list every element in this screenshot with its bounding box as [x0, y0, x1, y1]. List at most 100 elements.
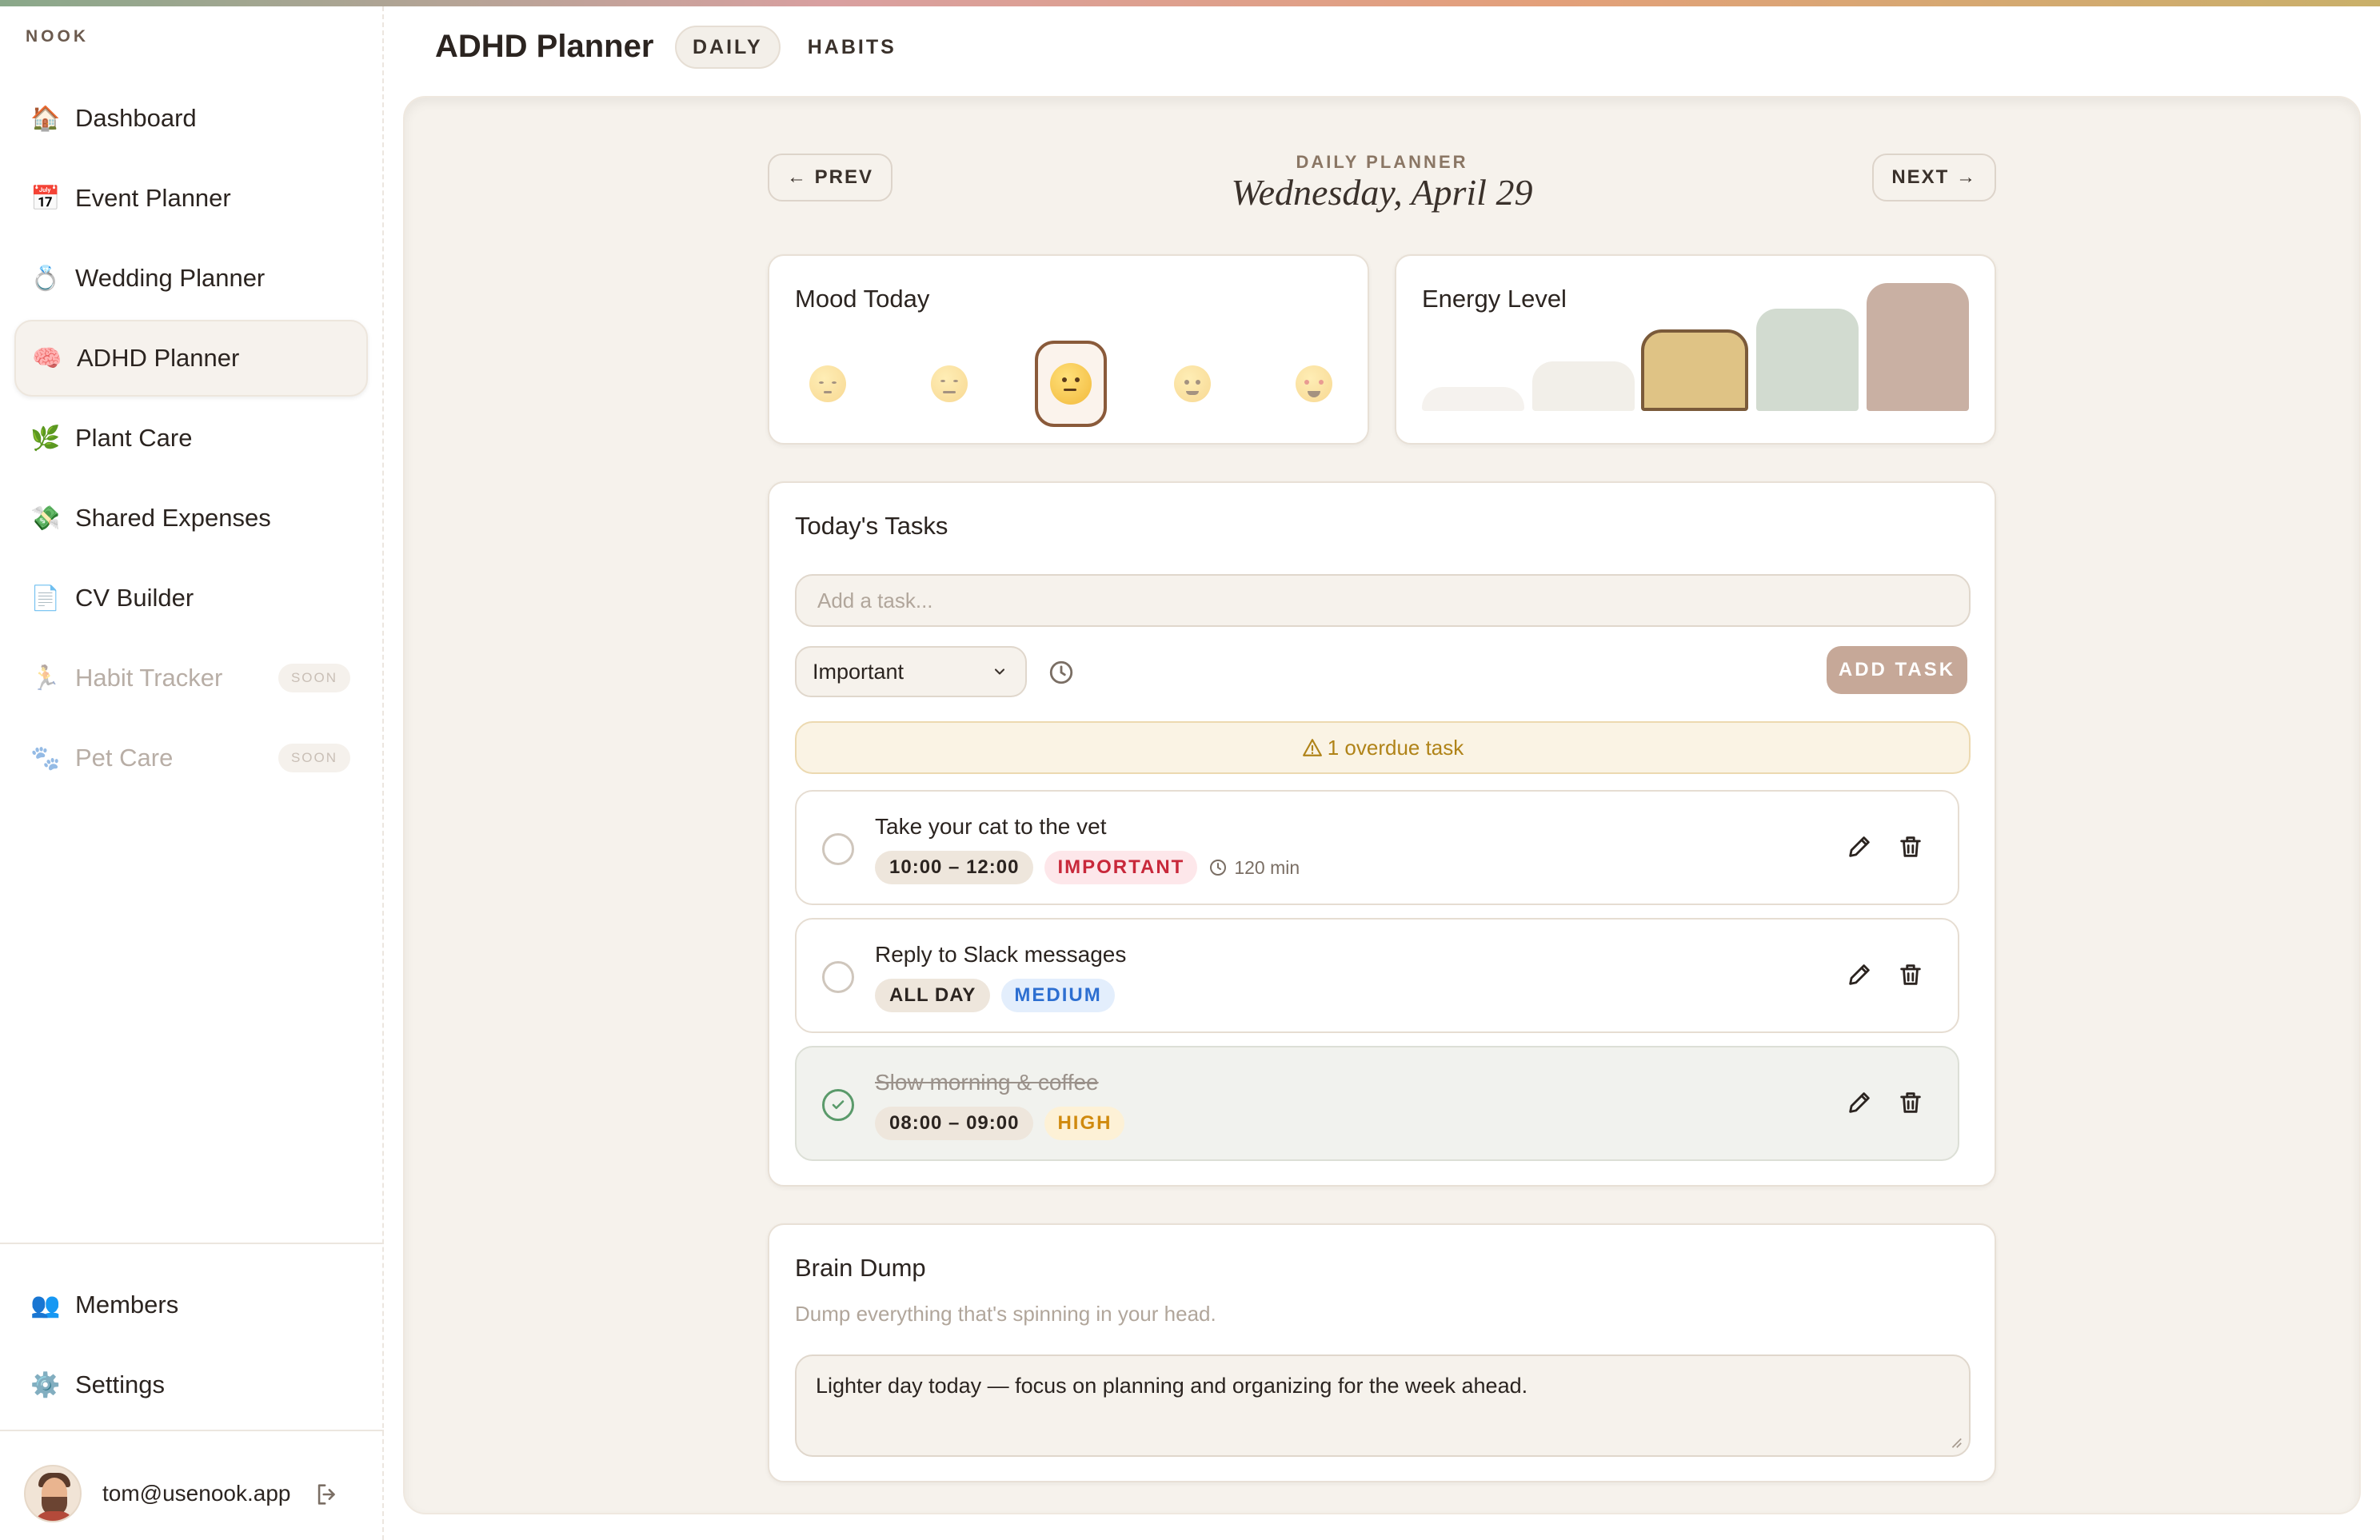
energy-level-2[interactable] [1532, 361, 1635, 411]
mood-option-slightly-smiling[interactable] [1156, 341, 1228, 427]
task-meta: ALL DAY MEDIUM [875, 979, 1115, 1012]
brand-logo[interactable]: NOOK [26, 27, 89, 46]
overdue-text: 1 overdue task [1327, 735, 1464, 760]
current-date: Wednesday, April 29 [1231, 172, 1533, 213]
task-checkbox[interactable] [822, 961, 854, 993]
task-checkbox[interactable] [822, 1089, 854, 1121]
sidebar-item-label: Shared Expenses [75, 504, 271, 532]
trash-icon[interactable] [1897, 833, 1924, 860]
pencil-icon[interactable] [1846, 1089, 1873, 1116]
brain-dump-textarea[interactable]: Lighter day today — focus on planning an… [795, 1354, 1971, 1457]
mood-option-sad[interactable] [913, 341, 985, 427]
task-time: 08:00 – 09:00 [875, 1107, 1034, 1140]
star-struck-face-icon [1296, 365, 1332, 402]
user-email: tom@usenook.app [102, 1481, 291, 1506]
sidebar-item-dashboard[interactable]: 🏠 Dashboard [14, 80, 368, 157]
sidebar-bottom-nav: 👥 Members ⚙️ Settings [14, 1267, 368, 1426]
page-title: ADHD Planner [435, 29, 654, 64]
sidebar-item-label: Pet Care [75, 744, 174, 772]
chevron-down-icon [994, 668, 1005, 675]
sidebar-item-label: Event Planner [75, 184, 231, 212]
sleepy-face-icon [809, 365, 846, 402]
ring-icon: 💍 [30, 265, 61, 292]
sidebar-item-habit-tracker: 🏃 Habit Tracker SOON [14, 640, 368, 716]
tab-daily[interactable]: DAILY [675, 26, 781, 69]
clock-icon [1210, 860, 1227, 876]
view-tabs: DAILY HABITS [675, 26, 912, 69]
priority-select-value: Important [813, 659, 904, 684]
brain-icon: 🧠 [32, 345, 62, 372]
sidebar-divider [0, 1430, 384, 1431]
sidebar-item-plant-care[interactable]: 🌿 Plant Care [14, 400, 368, 477]
soon-badge: SOON [278, 664, 350, 692]
top-accent-bar [0, 0, 2380, 6]
add-task-button[interactable]: ADD TASK [1827, 646, 1967, 694]
mood-title: Mood Today [795, 285, 930, 313]
sidebar-item-label: CV Builder [75, 584, 194, 612]
calendar-icon: 📅 [30, 185, 61, 212]
next-day-button[interactable]: NEXT → [1872, 154, 1996, 201]
sidebar-item-adhd-planner[interactable]: 🧠 ADHD Planner [14, 320, 368, 397]
logout-icon[interactable] [313, 1481, 341, 1508]
mood-option-neutral[interactable] [1035, 341, 1107, 427]
sidebar-item-label: Members [75, 1291, 179, 1319]
trash-icon[interactable] [1897, 1089, 1924, 1116]
sidebar-item-shared-expenses[interactable]: 💸 Shared Expenses [14, 480, 368, 557]
people-icon: 👥 [30, 1291, 61, 1319]
tasks-card: Today's Tasks Important ADD TASK 1 overd… [768, 481, 1996, 1187]
tab-habits[interactable]: HABITS [792, 26, 912, 69]
energy-level-4[interactable] [1756, 309, 1859, 411]
task-actions [1846, 961, 1924, 988]
avatar[interactable] [24, 1465, 82, 1522]
sidebar-item-label: Settings [75, 1370, 166, 1398]
task-priority-badge: HIGH [1044, 1107, 1125, 1140]
sidebar: NOOK 🏠 Dashboard 📅 Event Planner 💍 Weddi… [0, 6, 384, 1540]
pencil-icon[interactable] [1846, 833, 1873, 860]
brain-dump-subtitle: Dump everything that's spinning in your … [795, 1302, 1216, 1326]
sidebar-item-wedding-planner[interactable]: 💍 Wedding Planner [14, 240, 368, 317]
clock-icon[interactable] [1048, 659, 1075, 686]
sidebar-item-label: Plant Care [75, 424, 193, 452]
task-title[interactable]: Take your cat to the vet [875, 814, 1107, 840]
sidebar-item-label: Wedding Planner [75, 264, 266, 292]
energy-level-5[interactable] [1867, 283, 1969, 411]
task-title[interactable]: Reply to Slack messages [875, 942, 1126, 967]
sidebar-item-event-planner[interactable]: 📅 Event Planner [14, 160, 368, 237]
sidebar-item-cv-builder[interactable]: 📄 CV Builder [14, 560, 368, 636]
paw-icon: 🐾 [30, 744, 61, 772]
energy-level-1[interactable] [1422, 387, 1524, 411]
sidebar-item-pet-care: 🐾 Pet Care SOON [14, 720, 368, 796]
task-time: 10:00 – 12:00 [875, 851, 1034, 884]
task-checkbox[interactable] [822, 833, 854, 865]
energy-level-3[interactable] [1641, 329, 1748, 411]
planner-label: DAILY PLANNER [1296, 152, 1468, 172]
task-title[interactable]: Slow morning & coffee [875, 1070, 1099, 1095]
task-priority-badge: IMPORTANT [1044, 851, 1198, 884]
date-navigator: ← PREV DAILY PLANNER Wednesday, April 29… [768, 152, 1996, 224]
energy-title: Energy Level [1422, 285, 1567, 313]
sidebar-divider [0, 1243, 384, 1244]
add-task-input[interactable] [795, 574, 1971, 627]
task-priority-badge: MEDIUM [1001, 979, 1115, 1012]
energy-card: Energy Level [1395, 254, 1996, 445]
soon-badge: SOON [278, 744, 350, 772]
tasks-title: Today's Tasks [795, 512, 948, 540]
sidebar-item-settings[interactable]: ⚙️ Settings [14, 1347, 368, 1423]
pencil-icon[interactable] [1846, 961, 1873, 988]
herb-icon: 🌿 [30, 425, 61, 452]
user-profile: tom@usenook.app [24, 1463, 360, 1524]
sidebar-item-members[interactable]: 👥 Members [14, 1267, 368, 1343]
mood-selector [792, 341, 1352, 429]
task-row: Reply to Slack messages ALL DAY MEDIUM [795, 918, 1959, 1033]
mood-option-star-struck[interactable] [1278, 341, 1350, 427]
task-row: Take your cat to the vet 10:00 – 12:00 I… [795, 790, 1959, 905]
priority-select[interactable]: Important [795, 646, 1027, 697]
overdue-banner: 1 overdue task [795, 721, 1971, 774]
task-time: ALL DAY [875, 979, 991, 1012]
brain-dump-title: Brain Dump [795, 1254, 926, 1282]
resize-handle-icon[interactable] [1948, 1434, 1963, 1449]
brain-dump-card: Brain Dump Dump everything that's spinni… [768, 1223, 1996, 1482]
mood-option-sleepy[interactable] [792, 341, 864, 427]
check-icon [832, 1100, 845, 1110]
trash-icon[interactable] [1897, 961, 1924, 988]
